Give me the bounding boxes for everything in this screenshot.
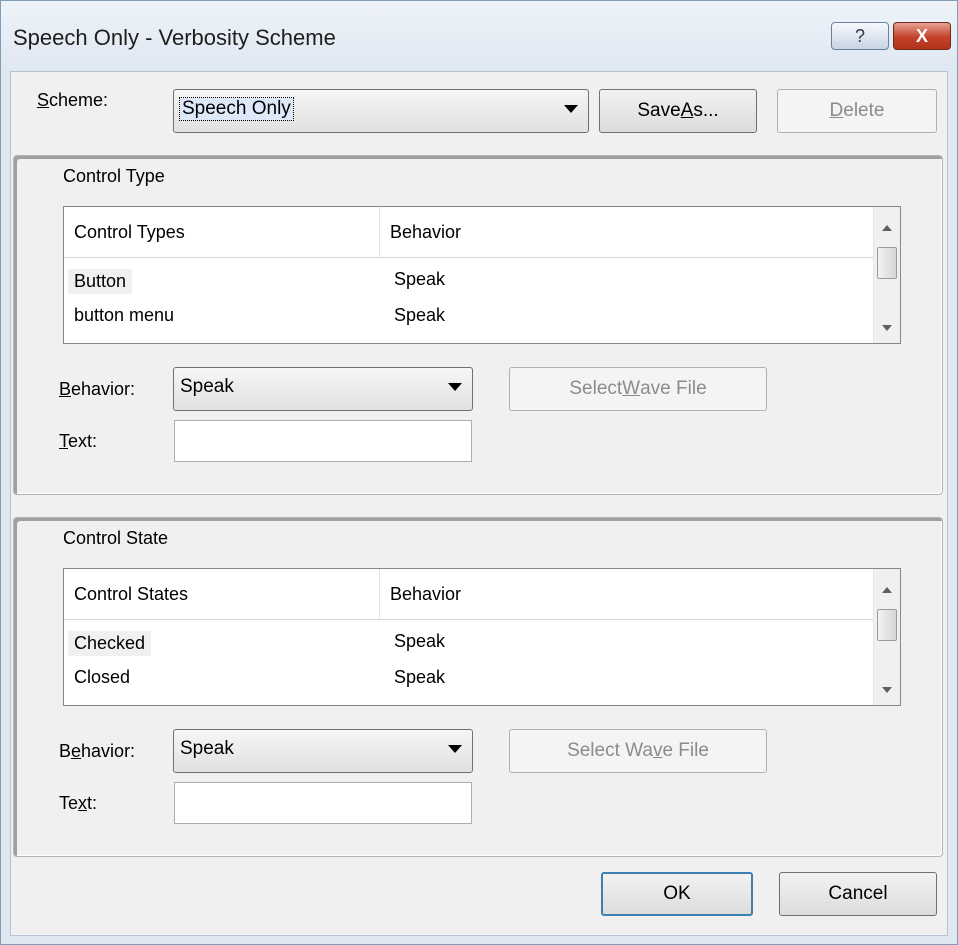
cancel-button[interactable]: Cancel: [779, 872, 937, 916]
list-item[interactable]: button menu Speak: [64, 299, 874, 333]
column-header-behavior[interactable]: Behavior: [380, 207, 874, 257]
title-bar[interactable]: Speech Only - Verbosity Scheme ? X: [1, 1, 957, 71]
help-button[interactable]: ?: [831, 22, 889, 50]
control-type-group-title: Control Type: [59, 166, 169, 187]
scroll-up-icon[interactable]: [882, 225, 892, 231]
column-header-control-types[interactable]: Control Types: [64, 207, 380, 257]
chevron-down-icon: [448, 745, 462, 753]
scheme-dropdown[interactable]: Speech Only: [173, 89, 589, 133]
control-types-list-header: Control Types Behavior: [64, 207, 874, 258]
control-type-text-field[interactable]: [174, 420, 472, 462]
dialog-client-area: Scheme: Speech Only Save As... Delete Co…: [10, 71, 948, 936]
close-button[interactable]: X: [893, 22, 951, 50]
control-states-list-header: Control States Behavior: [64, 569, 874, 620]
control-type-text-label: Text:: [59, 431, 98, 451]
list-item[interactable]: Checked Speak: [64, 625, 874, 659]
control-type-behavior-label: Behavior:: [59, 379, 136, 399]
window-title: Speech Only - Verbosity Scheme: [13, 25, 336, 50]
control-state-text-field[interactable]: [174, 782, 472, 824]
control-types-list[interactable]: Control Types Behavior Button Speak butt…: [63, 206, 901, 344]
verbosity-scheme-dialog: Speech Only - Verbosity Scheme ? X Schem…: [0, 0, 958, 945]
column-header-control-states[interactable]: Control States: [64, 569, 380, 619]
scrollbar-thumb[interactable]: [877, 247, 897, 279]
control-type-behavior-dropdown[interactable]: Speak: [173, 367, 473, 411]
save-as-button[interactable]: Save As...: [599, 89, 757, 133]
control-type-behavior-value: Speak: [180, 376, 234, 397]
scheme-label: Scheme:: [37, 90, 109, 110]
scroll-down-icon[interactable]: [882, 687, 892, 693]
list-item[interactable]: Button Speak: [64, 263, 874, 297]
control-state-behavior-label: Behavior:: [59, 741, 136, 761]
control-states-list[interactable]: Control States Behavior Checked Speak Cl…: [63, 568, 901, 706]
control-state-group-title: Control State: [59, 528, 173, 549]
control-state-text-label: Text:: [59, 793, 98, 813]
control-state-behavior-dropdown[interactable]: Speak: [173, 729, 473, 773]
column-header-behavior[interactable]: Behavior: [380, 569, 874, 619]
control-state-behavior-value: Speak: [180, 738, 234, 759]
list-item[interactable]: Closed Speak: [64, 661, 874, 695]
scroll-down-icon[interactable]: [882, 325, 892, 331]
delete-button[interactable]: Delete: [777, 89, 937, 133]
scrollbar-thumb[interactable]: [877, 609, 897, 641]
chevron-down-icon: [564, 105, 578, 113]
close-icon: X: [915, 25, 928, 46]
control-types-scrollbar[interactable]: [873, 207, 900, 343]
control-state-select-wave-file-button[interactable]: Select Wa v e File: [509, 729, 767, 773]
control-type-select-wave-file-button[interactable]: Select Wave File: [509, 367, 767, 411]
scroll-up-icon[interactable]: [882, 587, 892, 593]
control-states-scrollbar[interactable]: [873, 569, 900, 705]
scheme-dropdown-value: Speech Only: [179, 97, 294, 121]
ok-button[interactable]: OK: [601, 872, 753, 916]
chevron-down-icon: [448, 383, 462, 391]
help-icon: ?: [854, 25, 865, 46]
